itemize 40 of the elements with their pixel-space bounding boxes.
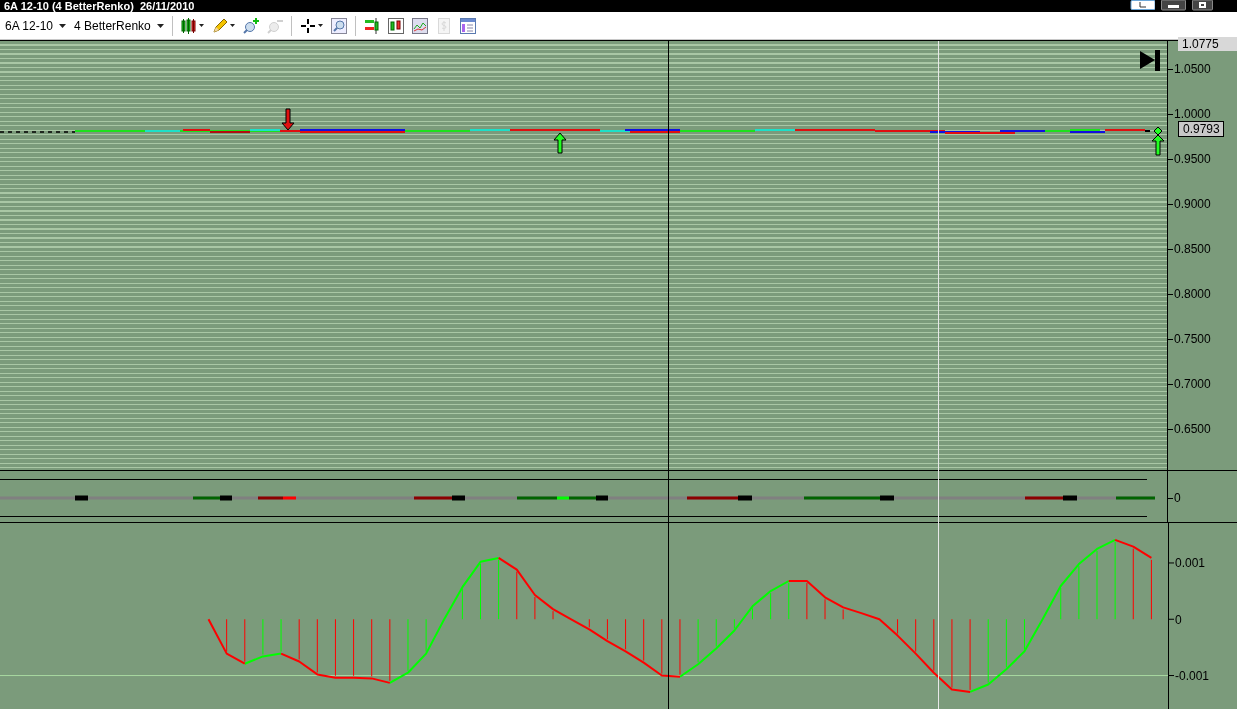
- axis-label: 0.7500: [1174, 331, 1211, 347]
- line-chart-icon: [411, 17, 428, 34]
- pencil-icon: [211, 17, 228, 34]
- sell-arrow-icon: [281, 108, 295, 131]
- window-title: 6A 12-10 (4 BetterRenko) 26/11/2010: [3, 0, 195, 12]
- layout-button[interactable]: [1130, 0, 1155, 11]
- axis-label: 1.0000: [1174, 106, 1211, 122]
- axis-label: 1.0500: [1174, 61, 1211, 77]
- caret-icon: [229, 24, 235, 27]
- axis-label: 0: [1175, 612, 1182, 627]
- axis-label: 0.6500: [1174, 421, 1211, 437]
- axis-label: 0.001: [1175, 556, 1206, 571]
- axis-label: 0.7000: [1174, 376, 1211, 392]
- axis-label: 0.9000: [1174, 196, 1211, 212]
- crosshair-icon: [299, 17, 316, 34]
- zoom-out-icon: [266, 17, 283, 34]
- jump-to-end-icon[interactable]: [1140, 50, 1160, 71]
- buy-arrow-icon: [1151, 126, 1165, 156]
- caret-icon: [156, 23, 164, 28]
- axis-label: 0: [1174, 490, 1181, 506]
- properties-icon: [459, 17, 476, 34]
- buy-arrow-icon: [553, 132, 567, 154]
- current-price-label: 0.9793: [1178, 121, 1224, 137]
- caret-icon: [198, 24, 204, 27]
- axis-label: 0.8000: [1174, 286, 1211, 302]
- dollar-document-icon: [435, 17, 452, 34]
- candlestick-icon: [180, 17, 197, 34]
- bars-icon: [387, 17, 404, 34]
- axis-label: 0.8500: [1174, 241, 1211, 257]
- minimize-button[interactable]: [1161, 0, 1186, 11]
- bar-type-dropdown[interactable]: 4 BetterRenko: [71, 16, 167, 35]
- axis-label: -0.001: [1175, 669, 1210, 684]
- instrument-dropdown[interactable]: 6A 12-10: [2, 16, 70, 35]
- caret-icon: [59, 23, 67, 28]
- price-label: 1.0775: [1178, 37, 1237, 51]
- axis-label: 0.9500: [1174, 151, 1211, 167]
- zoom-in-icon: [242, 17, 259, 34]
- caret-icon: [317, 24, 323, 27]
- zoom-box-icon: [330, 17, 347, 34]
- strategy-icon: [363, 17, 380, 34]
